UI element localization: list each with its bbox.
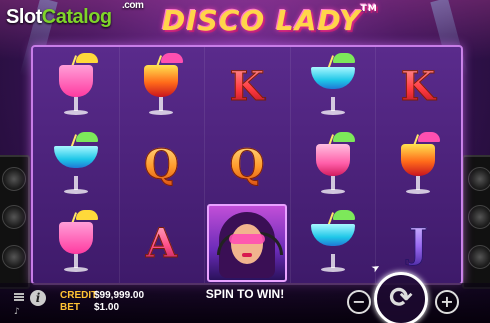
left-speaker — [0, 155, 30, 289]
site-logo: SlotCatalog .com — [6, 0, 144, 28]
reel-3: KQ — [204, 47, 291, 283]
symbol-blue-cocktail — [307, 53, 359, 119]
reel-cell: K — [204, 47, 290, 126]
info-icon[interactable]: i — [30, 290, 46, 306]
reel-grid: QAKQKJ — [31, 45, 463, 285]
reel-cell — [290, 204, 376, 283]
symbol-pink-cocktail — [50, 53, 102, 119]
symbol-q: Q — [143, 141, 179, 189]
credit-label: CREDIT — [60, 290, 98, 301]
bet-label: BET — [60, 302, 80, 313]
spin-button[interactable]: ⟳ — [374, 272, 428, 323]
status-message: SPIN TO WIN! — [205, 287, 285, 301]
symbol-a: A — [145, 219, 177, 267]
reel-5: KJ — [375, 47, 462, 283]
right-speaker — [462, 155, 490, 289]
game-stage: SlotCatalog .com DISCO LADYTM QAKQKJ ♪ i… — [0, 0, 490, 323]
menu-icon[interactable] — [14, 292, 24, 302]
reel-2: QA — [119, 47, 206, 283]
reel-cell: Q — [119, 126, 205, 205]
balance-meters: CREDIT$99,999.00 BET $1.00 — [60, 290, 144, 314]
reel-cell — [33, 204, 119, 283]
reel-cell — [119, 47, 205, 126]
symbol-orange-cocktail — [135, 53, 187, 119]
reel-cell — [290, 126, 376, 205]
symbol-k: K — [400, 62, 436, 110]
credit-value: $99,999.00 — [94, 290, 145, 301]
increase-bet-button[interactable]: + — [435, 290, 459, 314]
reel-cell — [33, 126, 119, 205]
bet-value: $1.00 — [94, 302, 120, 313]
reel-cell: K — [375, 47, 461, 126]
decrease-bet-button[interactable]: − — [347, 290, 371, 314]
sound-icon[interactable]: ♪ — [14, 307, 24, 317]
symbol-blue-cocktail — [307, 210, 359, 276]
symbol-q: Q — [229, 141, 265, 189]
symbol-k: K — [229, 62, 265, 110]
symbol-pink-cocktail — [50, 210, 102, 276]
reel-cell — [204, 204, 290, 283]
symbol-blue-cocktail — [50, 131, 102, 198]
reel-cell: Q — [204, 126, 290, 205]
reel-4 — [290, 47, 377, 283]
symbol-j: J — [408, 219, 428, 267]
reel-cell — [33, 47, 119, 126]
reel-1 — [33, 47, 120, 283]
game-title: DISCO LADYTM — [162, 4, 378, 37]
reel-cell — [290, 47, 376, 126]
reel-cell: J — [375, 204, 461, 283]
reel-cell — [375, 126, 461, 205]
symbol-orange-cocktail — [392, 131, 444, 198]
symbol-redpink-cocktail — [307, 131, 359, 198]
symbol-disco-lady — [206, 204, 287, 283]
reel-cell: A — [119, 204, 205, 283]
